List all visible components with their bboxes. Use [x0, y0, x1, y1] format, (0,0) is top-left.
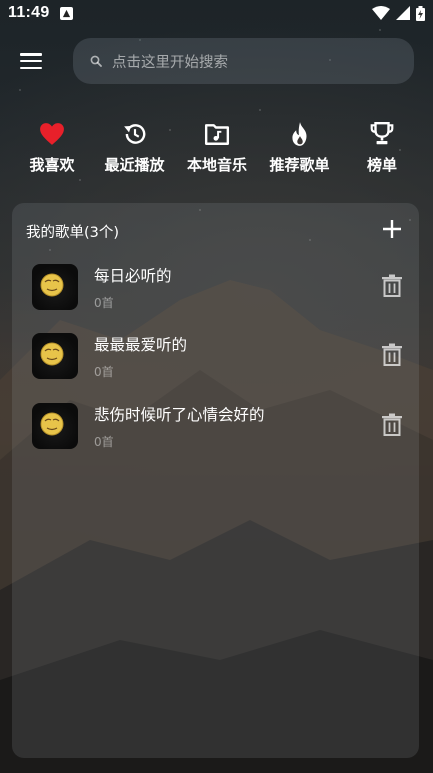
menu-icon-bar — [20, 66, 42, 69]
playlist-cover — [32, 264, 78, 310]
playlist-count: 0首 — [94, 435, 114, 449]
playlist-name: 每日必听的 — [94, 267, 172, 285]
delete-playlist-button[interactable] — [381, 274, 403, 298]
search-icon — [90, 55, 102, 67]
menu-icon-bar — [20, 53, 42, 56]
nav-label: 推荐歌单 — [269, 156, 330, 174]
quick-nav: 我喜欢 最近播放 本地音乐 推荐歌单 榜单 — [12, 120, 422, 180]
playlist-section-title: 我的歌单(3个) — [26, 225, 120, 241]
nav-label: 我喜欢 — [29, 156, 75, 174]
delete-playlist-button[interactable] — [381, 343, 403, 367]
nav-charts[interactable]: 榜单 — [342, 120, 422, 180]
search-input[interactable]: 点击这里开始搜索 — [73, 38, 414, 84]
playlist-panel: 我的歌单(3个) 每日必听的 0首 最最最爱听的 0首 悲伤时候听了心情会好的 … — [12, 203, 419, 758]
menu-icon-bar — [20, 59, 42, 63]
fire-icon — [291, 122, 306, 146]
nav-label: 本地音乐 — [186, 156, 247, 174]
status-time: 11:49 — [8, 4, 50, 21]
signal-icon — [396, 6, 410, 20]
nav-recommended[interactable]: 推荐歌单 — [260, 120, 340, 180]
delete-playlist-button[interactable] — [381, 413, 403, 437]
playlist-name: 最最最爱听的 — [94, 336, 188, 354]
playlist-name: 悲伤时候听了心情会好的 — [94, 406, 265, 424]
playlist-item[interactable]: 悲伤时候听了心情会好的 0首 — [32, 403, 407, 453]
album-disc-icon — [40, 342, 64, 366]
status-bar: 11:49 — [0, 0, 433, 26]
playlist-item[interactable]: 每日必听的 0首 — [32, 264, 407, 314]
playlist-count: 0首 — [94, 365, 114, 379]
album-disc-icon — [40, 273, 64, 297]
nav-favorites[interactable]: 我喜欢 — [12, 120, 92, 180]
trophy-icon — [370, 121, 394, 145]
wifi-icon — [372, 6, 390, 20]
nav-label: 榜单 — [366, 156, 397, 174]
search-placeholder: 点击这里开始搜索 — [112, 54, 228, 71]
playlist-count: 0首 — [94, 296, 114, 310]
menu-button[interactable] — [18, 50, 44, 72]
heart-icon — [40, 123, 64, 145]
folder-music-icon — [204, 124, 230, 145]
add-playlist-button[interactable] — [381, 218, 403, 240]
history-icon — [123, 124, 145, 144]
album-disc-icon — [40, 412, 64, 436]
notification-app-icon — [59, 6, 73, 20]
battery-icon — [416, 5, 425, 21]
status-icons — [372, 5, 425, 21]
nav-local-music[interactable]: 本地音乐 — [177, 120, 257, 180]
playlist-cover — [32, 403, 78, 449]
nav-label: 最近播放 — [104, 156, 165, 174]
nav-recent[interactable]: 最近播放 — [95, 120, 175, 180]
playlist-cover — [32, 333, 78, 379]
playlist-item[interactable]: 最最最爱听的 0首 — [32, 333, 407, 383]
